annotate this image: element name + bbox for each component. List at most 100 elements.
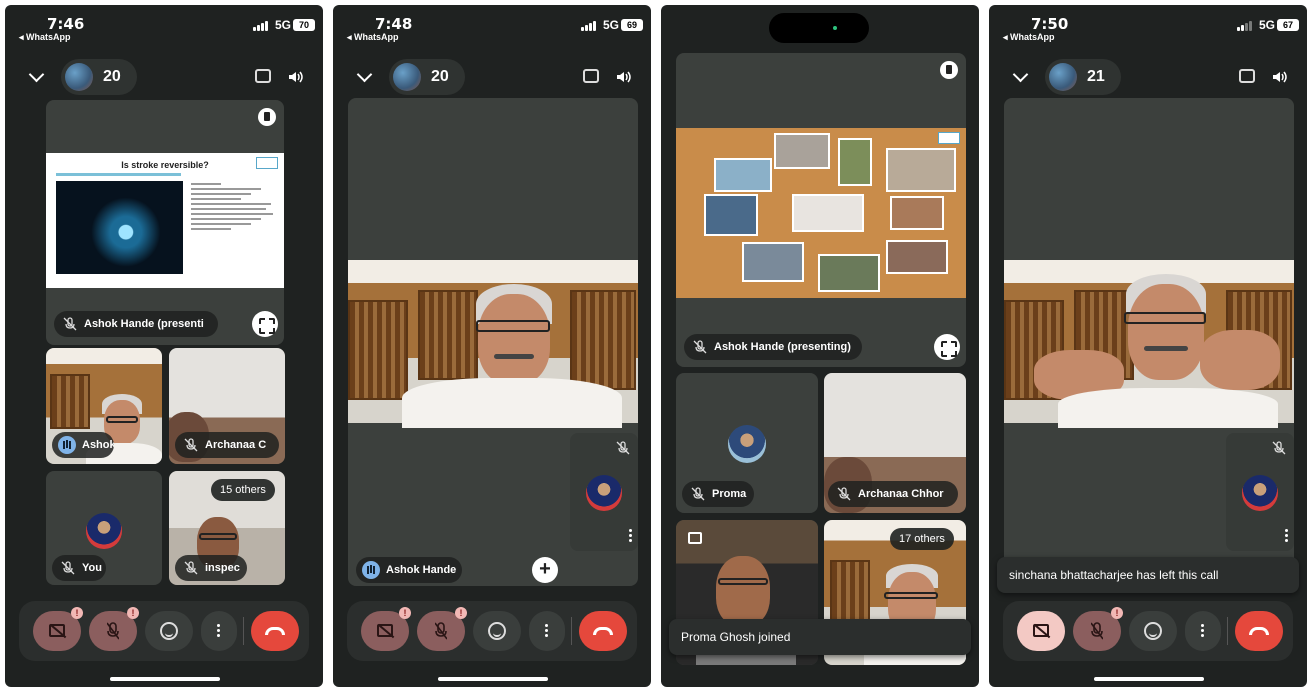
self-preview-tile[interactable]	[570, 433, 638, 551]
more-options-button[interactable]	[201, 611, 237, 651]
battery-icon: 69	[621, 19, 643, 31]
chevron-down-icon[interactable]	[28, 66, 45, 83]
back-to-app-link[interactable]: ◂ WhatsApp	[19, 32, 71, 43]
camera-off-icon	[49, 624, 65, 637]
speaker-icon[interactable]	[287, 69, 303, 85]
fullscreen-icon[interactable]	[252, 311, 278, 337]
mic-off-icon	[616, 441, 630, 455]
participant-tile[interactable]: 15 others inspec	[169, 471, 285, 585]
camera-toggle-button[interactable]: !	[361, 607, 411, 651]
participant-name-pill: Proma	[682, 481, 754, 507]
participant-count: 20	[103, 68, 121, 85]
emoji-icon	[488, 622, 506, 640]
call-screen-4: 7:50 ◂ WhatsApp 5G 67 21 sinchana bhatta…	[989, 5, 1307, 687]
chevron-down-icon[interactable]	[356, 66, 373, 83]
emoji-icon	[1144, 622, 1162, 640]
participant-name-pill: Ashok	[52, 432, 114, 458]
self-tile[interactable]: You	[46, 471, 162, 585]
back-to-app-link[interactable]: ◂ WhatsApp	[347, 32, 399, 43]
mute-toggle-button[interactable]: !	[89, 607, 139, 651]
avatar	[1242, 475, 1278, 511]
mute-toggle-button[interactable]: !	[1073, 607, 1123, 651]
more-vertical-icon	[217, 624, 221, 638]
pin-icon[interactable]	[940, 61, 958, 79]
camera-off-icon	[1033, 624, 1049, 637]
speaking-icon	[58, 436, 76, 454]
slide-bullets	[191, 183, 281, 233]
camera-toggle-button[interactable]	[1017, 611, 1065, 651]
avatar	[86, 513, 122, 549]
home-indicator[interactable]	[1094, 677, 1204, 681]
share-screen-icon	[688, 532, 702, 544]
others-count-badge[interactable]: 17 others	[890, 528, 954, 550]
speaker-icon[interactable]	[615, 69, 631, 85]
call-header: 20	[333, 57, 651, 97]
back-to-app-link[interactable]: ◂ WhatsApp	[1003, 32, 1055, 43]
fullscreen-icon[interactable]	[934, 334, 960, 360]
home-indicator[interactable]	[110, 677, 220, 681]
others-count-badge[interactable]: 15 others	[211, 479, 275, 501]
participants-button[interactable]: 20	[389, 59, 465, 95]
participant-tile[interactable]: Proma	[676, 373, 818, 513]
presentation-tile[interactable]: Ashok Hande (presenting)	[676, 53, 966, 367]
presentation-tile[interactable]: Is stroke reversible? Ashok Hande (prese…	[46, 100, 284, 345]
camera-flip-icon[interactable]	[255, 69, 271, 83]
reactions-button[interactable]	[1129, 611, 1177, 651]
more-options-button[interactable]	[529, 611, 565, 651]
more-vertical-icon[interactable]	[628, 529, 632, 543]
presenter-name: Ashok Hande (presenti	[84, 318, 204, 330]
mic-off-icon	[1272, 441, 1286, 455]
more-vertical-icon[interactable]	[1284, 529, 1288, 543]
call-screen-3: Ashok Hande (presenting) Proma Archanaa …	[661, 5, 979, 687]
more-options-button[interactable]	[1185, 611, 1221, 651]
status-bar: 7:50 ◂ WhatsApp 5G 67	[989, 5, 1307, 49]
camera-toggle-button[interactable]: !	[33, 607, 83, 651]
end-call-button[interactable]	[1235, 611, 1283, 651]
call-screen-2: 7:48 ◂ WhatsApp 5G 69 20 Ashok Hande + !…	[333, 5, 651, 687]
camera-flip-icon[interactable]	[1239, 69, 1255, 83]
emoji-icon	[160, 622, 178, 640]
more-vertical-icon	[1201, 624, 1205, 638]
speaker-name: Ashok Hande	[386, 564, 457, 576]
participant-tile[interactable]: Archanaa C	[169, 348, 285, 464]
participants-button[interactable]: 20	[61, 59, 137, 95]
mic-off-icon	[184, 561, 198, 575]
speaker-icon[interactable]	[1271, 69, 1287, 85]
hang-up-icon	[593, 627, 613, 635]
self-preview-tile[interactable]	[1226, 433, 1294, 551]
end-call-button[interactable]	[251, 611, 299, 651]
mic-off-icon	[63, 317, 77, 331]
speaking-icon	[362, 561, 380, 579]
battery-icon: 67	[1277, 19, 1299, 31]
reactions-button[interactable]	[145, 611, 193, 651]
participant-tile[interactable]: Archanaa Chhor	[824, 373, 966, 513]
mute-toggle-button[interactable]: !	[417, 607, 467, 651]
participant-name: You	[82, 562, 102, 574]
more-vertical-icon	[545, 624, 549, 638]
speaker-video	[348, 260, 638, 428]
neuron-image	[56, 181, 183, 274]
participant-name: Ashok	[82, 439, 114, 451]
end-call-button[interactable]	[579, 611, 627, 651]
reactions-button[interactable]	[473, 611, 521, 651]
chevron-down-icon[interactable]	[1012, 66, 1029, 83]
participant-tile[interactable]: Ashok	[46, 348, 162, 464]
participants-button[interactable]: 21	[1045, 59, 1121, 95]
status-bar: 7:46 ◂ WhatsApp 5G 70	[5, 5, 323, 49]
call-controls: ! !	[347, 601, 637, 661]
mic-off-icon	[184, 438, 198, 452]
presenter-name-pill: Ashok Hande (presenting)	[684, 334, 862, 360]
main-speaker-tile[interactable]: Ashok Hande	[348, 98, 638, 586]
avatar	[586, 475, 622, 511]
pin-icon[interactable]	[258, 108, 276, 126]
camera-flip-icon[interactable]	[583, 69, 599, 83]
participant-count: 21	[1087, 68, 1105, 85]
call-header: 21	[989, 57, 1307, 97]
battery-icon: 70	[293, 19, 315, 31]
participant-name-pill: inspec	[175, 555, 247, 581]
exit-fullscreen-icon[interactable]	[532, 557, 558, 583]
shared-slide: Is stroke reversible?	[46, 153, 284, 288]
avatar	[728, 425, 766, 463]
home-indicator[interactable]	[438, 677, 548, 681]
main-speaker-tile[interactable]	[1004, 98, 1294, 568]
